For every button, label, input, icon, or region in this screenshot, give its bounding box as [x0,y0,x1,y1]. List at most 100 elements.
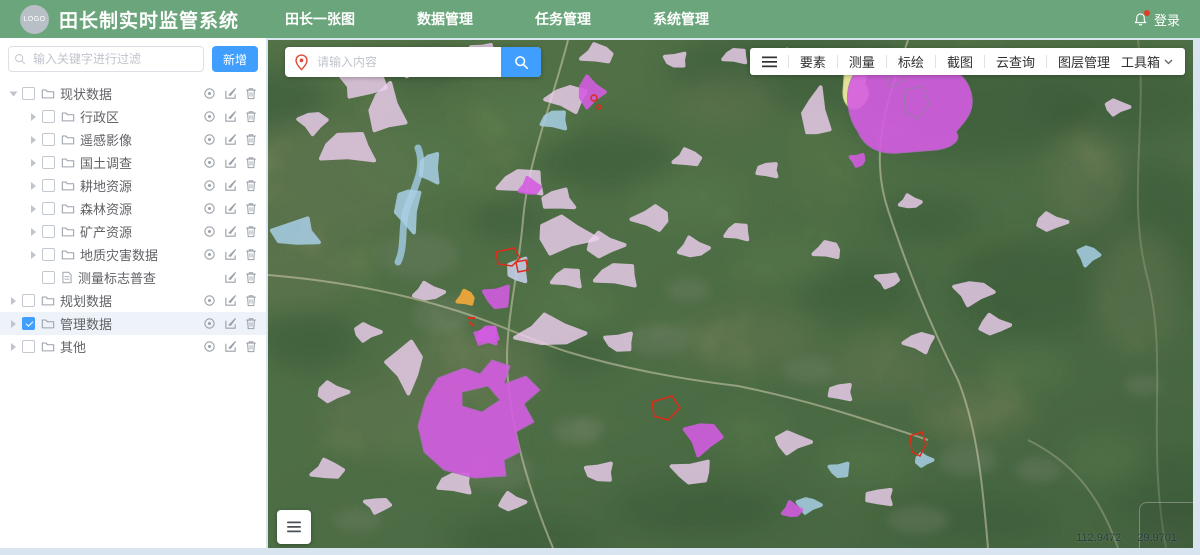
layer-checkbox[interactable] [42,156,55,169]
layer-checkbox[interactable] [42,179,55,192]
delete-icon[interactable] [245,133,257,146]
caret-right-icon[interactable] [26,248,40,262]
caret-right-icon[interactable] [26,225,40,239]
tree-item[interactable]: 矿产资源 [0,220,266,243]
edit-icon[interactable] [224,340,237,353]
edit-icon[interactable] [224,179,237,192]
caret-right-icon[interactable] [26,156,40,170]
map-layers-toggle-button[interactable] [277,510,311,544]
edit-icon[interactable] [224,317,237,330]
delete-icon[interactable] [245,110,257,123]
tree-item[interactable]: 地质灾害数据 [0,243,266,266]
layer-checkbox[interactable] [42,248,55,261]
toolbar-item-1[interactable]: 测量 [849,52,875,71]
delete-icon[interactable] [245,225,257,238]
login-button[interactable]: 登录 [1133,10,1180,29]
caret-right-icon[interactable] [26,133,40,147]
layer-checkbox[interactable] [42,133,55,146]
delete-icon[interactable] [245,179,257,192]
main-menu: 田长一张图 数据管理 任务管理 系统管理 [285,9,709,29]
caret-right-icon[interactable] [26,110,40,124]
toolbar-menu-icon[interactable] [762,56,777,68]
hamburger-icon [286,520,302,534]
caret-right-icon[interactable] [6,294,20,308]
delete-icon[interactable] [245,294,257,307]
delete-icon[interactable] [245,156,257,169]
map-search-bar [285,47,541,77]
layer-checkbox[interactable] [42,202,55,215]
layer-checkbox[interactable] [42,225,55,238]
layer-checkbox[interactable] [22,340,35,353]
delete-icon[interactable] [245,248,257,261]
notification-bell-icon[interactable] [1133,12,1148,27]
tree-item[interactable]: 遥感影像 [0,128,266,151]
locate-icon[interactable] [203,133,216,146]
row-actions [203,340,257,353]
nav-menu-item-1[interactable]: 数据管理 [417,9,473,29]
tree-item[interactable]: 规划数据 [0,289,266,312]
delete-icon[interactable] [245,271,257,284]
edit-icon[interactable] [224,110,237,123]
delete-icon[interactable] [245,87,257,100]
edit-icon[interactable] [224,294,237,307]
locate-icon[interactable] [203,317,216,330]
edit-icon[interactable] [224,248,237,261]
nav-menu-item-0[interactable]: 田长一张图 [285,9,355,29]
tree-item[interactable]: 测量标志普查 [0,266,266,289]
tree-item-label: 行政区 [80,107,119,126]
locate-icon[interactable] [203,340,216,353]
toolbar-item-3[interactable]: 截图 [947,52,973,71]
edit-icon[interactable] [224,87,237,100]
toolbar-item-4[interactable]: 云查询 [996,52,1035,71]
caret-right-icon[interactable] [26,202,40,216]
tree-item[interactable]: 国土调查 [0,151,266,174]
add-button[interactable]: 新增 [212,46,258,72]
tree-item-label: 规划数据 [60,291,112,310]
tree-filter-input[interactable] [8,46,204,72]
delete-icon[interactable] [245,340,257,353]
row-actions [203,133,257,146]
layer-checkbox[interactable] [22,87,35,100]
edit-icon[interactable] [224,202,237,215]
locate-icon[interactable] [203,179,216,192]
map-search-input[interactable] [317,55,501,69]
tree-item[interactable]: 现状数据 [0,82,266,105]
caret-right-icon[interactable] [6,317,20,331]
toolbar-item-2[interactable]: 标绘 [898,52,924,71]
caret-right-icon [26,271,40,285]
locate-icon[interactable] [203,202,216,215]
tree-item[interactable]: 耕地资源 [0,174,266,197]
delete-icon[interactable] [245,202,257,215]
locate-icon[interactable] [203,294,216,307]
caret-down-icon[interactable] [6,87,20,101]
edit-icon[interactable] [224,225,237,238]
tree-item[interactable]: 管理数据 [0,312,266,335]
layer-checkbox[interactable] [42,271,55,284]
nav-menu-item-3[interactable]: 系统管理 [653,9,709,29]
folder-icon [61,133,75,146]
layer-checkbox[interactable] [22,317,35,330]
locate-icon[interactable] [203,110,216,123]
locate-icon[interactable] [203,156,216,169]
nav-menu-item-2[interactable]: 任务管理 [535,9,591,29]
edit-icon[interactable] [224,133,237,146]
caret-right-icon[interactable] [26,179,40,193]
map-area[interactable]: 要素测量标绘截图云查询图层管理工具箱 112.9472 29.9701 [268,40,1193,548]
locate-icon[interactable] [203,248,216,261]
locate-icon[interactable] [203,225,216,238]
tree-item[interactable]: 行政区 [0,105,266,128]
caret-right-icon[interactable] [6,340,20,354]
layer-checkbox[interactable] [42,110,55,123]
toolbar-item-0[interactable]: 要素 [800,52,826,71]
edit-icon[interactable] [224,156,237,169]
delete-icon[interactable] [245,317,257,330]
tree-item[interactable]: 其他 [0,335,266,358]
edit-icon[interactable] [224,271,237,284]
locate-icon[interactable] [203,87,216,100]
map-search-button[interactable] [501,47,541,77]
tree-item[interactable]: 森林资源 [0,197,266,220]
satellite-map-canvas[interactable] [268,40,1193,548]
toolbox-dropdown[interactable]: 工具箱 [1121,52,1173,71]
toolbar-item-5[interactable]: 图层管理 [1058,52,1110,71]
layer-checkbox[interactable] [22,294,35,307]
